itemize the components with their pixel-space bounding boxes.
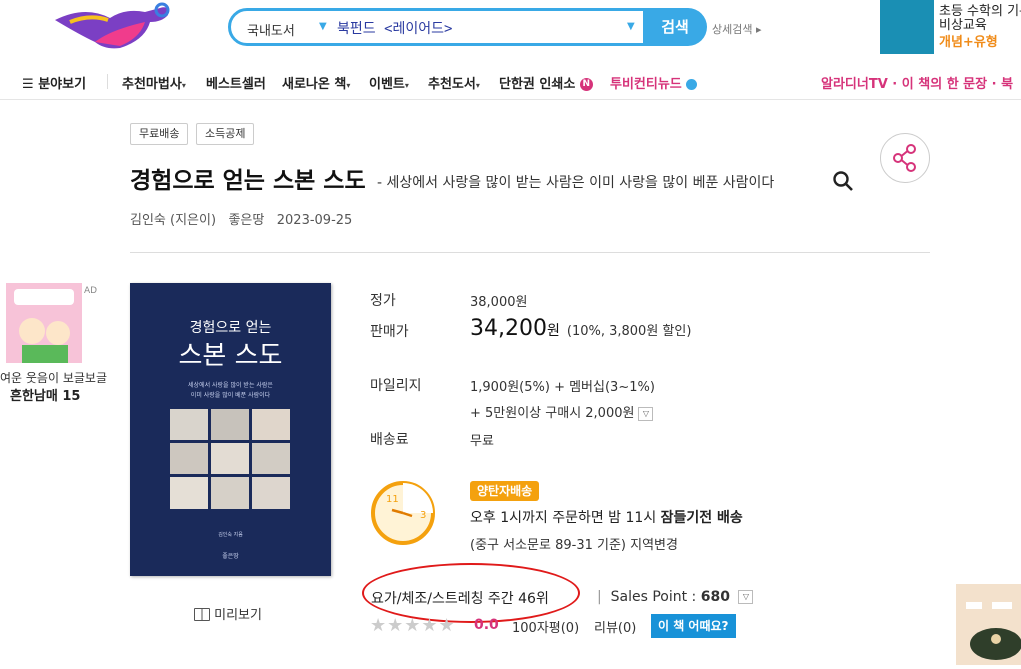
dropdown-arrow-icon[interactable]: ▼ [627, 21, 635, 32]
side-ad-title[interactable]: 흔한남매 15 [10, 385, 80, 404]
nav-item-single-print[interactable]: 단한권 인쇄소 N [499, 73, 593, 92]
list-price-label: 정가 [370, 293, 396, 309]
share-icon [893, 144, 916, 172]
mileage-extra: + 5만원이상 구매시 2,000원 ▽ [470, 402, 654, 421]
hamburger-icon: ☰ [22, 77, 34, 92]
review-link[interactable]: 리뷰(0) [594, 617, 636, 636]
share-button[interactable] [880, 133, 930, 183]
ad-badge: AD [84, 286, 98, 296]
chat-dot-icon [686, 79, 698, 90]
publisher-link[interactable]: 좋은땅 [228, 213, 264, 228]
book-icon [194, 608, 210, 621]
cover-title-main: 스본 스도 [178, 341, 283, 371]
chevron-down-icon[interactable]: ▼ [319, 21, 327, 32]
top-ad-line3[interactable]: 개념+유형 [939, 31, 998, 50]
nav-item-tobecontinued[interactable]: 투비컨티뉴드 [610, 73, 698, 92]
shipping-fee: 무료 [470, 434, 494, 449]
chevron-down-icon[interactable]: ▽ [638, 406, 654, 421]
how-about-book-button[interactable]: 이 책 어때요? [651, 614, 736, 638]
side-ad-image[interactable] [6, 283, 82, 363]
cover-title-top: 경험으로 얻는 [189, 320, 272, 336]
side-ad-copy[interactable]: 여운 웃음이 보글보글 [0, 369, 107, 386]
category-menu-button[interactable]: ☰ 분야보기 [22, 73, 86, 92]
svg-text:3: 3 [420, 510, 426, 521]
short-review-link[interactable]: 100자평(0) [512, 617, 579, 636]
advanced-search-link[interactable]: 상세검색 ▸ [712, 21, 762, 37]
chevron-down-icon[interactable]: ▽ [738, 590, 754, 604]
search-input[interactable]: 북펀드 <레이어드> [337, 18, 452, 38]
mileage-label: 마일리지 [370, 378, 422, 394]
cover-photo-grid [170, 409, 290, 509]
cover-subtitle: 세상에서 사랑을 많이 받는 사람은 이미 사랑을 많이 베푼 사람이다 [188, 382, 273, 399]
sale-price: 34,200원 (10%, 3,800원 할인) [470, 316, 692, 341]
search-button[interactable]: 검색 [643, 8, 707, 46]
nav-item-bestseller[interactable]: 베스트셀러 [206, 73, 266, 92]
shipping-label: 배송료 [370, 432, 409, 448]
delivery-region[interactable]: (중구 서소문로 89-31 기준) 지역변경 [470, 534, 678, 553]
delivery-info: 오후 1시까지 주문하면 밤 11시 잠들기전 배송 [470, 510, 743, 526]
cover-publisher: 좋은땅 [222, 553, 239, 560]
author-link[interactable]: 김인숙 (지은이) [130, 213, 216, 228]
category-nav: ☰ 분야보기 추천마법사▾ 베스트셀러 새로나온 책▾ 이벤트▾ 추천도서▾ 단… [0, 64, 1021, 100]
search-icon[interactable] [832, 170, 854, 192]
page-subtitle: - 세상에서 사랑을 많이 받는 사람은 이미 사랑을 많이 베푼 사람이다 [377, 175, 775, 191]
sales-point: | Sales Point : 680 ▽ [597, 589, 754, 605]
search-bar: 국내도서 ▼ 북펀드 <레이어드> ▼ 검색 [228, 8, 707, 46]
book-meta: 김인숙 (지은이) 좋은땅 2023-09-25 [130, 209, 352, 228]
page-title: 경험으로 얻는 스본 스도 [130, 168, 366, 194]
nav-item-events[interactable]: 이벤트▾ [369, 73, 409, 92]
mileage-info: 1,900원(5%) + 멤버십(3~1%) [470, 380, 655, 395]
delivery-badge: 양탄자배송 [470, 481, 540, 501]
clock-icon: 11 3 [371, 481, 435, 545]
svg-text:11: 11 [386, 494, 399, 505]
divider [130, 252, 930, 253]
list-price: 38,000원 [470, 295, 528, 310]
top-ad-image[interactable] [880, 0, 934, 54]
cover-author: 김인숙 지음 [218, 532, 243, 538]
nav-item-recommend-wizard[interactable]: 추천마법사▾ [122, 73, 186, 92]
publish-date: 2023-09-25 [276, 213, 353, 228]
aladin-logo[interactable] [50, 0, 175, 52]
book-cover[interactable]: 경험으로 얻는 스본 스도 세상에서 사랑을 많이 받는 사람은 이미 사랑을 … [130, 283, 331, 576]
star-rating-icon: ★★★★★ [370, 615, 456, 636]
rating-score: 0.0 [474, 617, 499, 633]
sale-price-label: 판매가 [370, 324, 409, 340]
nav-right-links[interactable]: 알라디너TV · 이 책의 한 문장 · 북 [821, 73, 1013, 92]
nav-item-new-books[interactable]: 새로나온 책▾ [282, 73, 350, 92]
sales-rank-link[interactable]: 요가/체조/스트레칭 주간 46위 [371, 588, 549, 608]
new-badge: N [579, 78, 593, 91]
tag-tax-deduction: 소득공제 [196, 123, 255, 145]
tag-free-shipping: 무료배송 [130, 123, 189, 145]
preview-button[interactable]: 미리보기 [194, 604, 262, 623]
discount-info: (10%, 3,800원 할인) [566, 324, 692, 339]
search-category-select[interactable]: 국내도서 [247, 20, 295, 39]
nav-item-recommended[interactable]: 추천도서▾ [428, 73, 480, 92]
nav-divider [107, 74, 108, 89]
floating-ad-image[interactable] [956, 584, 1021, 665]
